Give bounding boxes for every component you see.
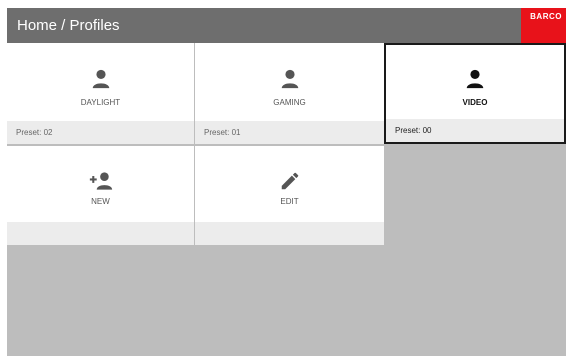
profile-label: VIDEO [462,98,488,107]
add-person-icon [89,172,112,190]
profile-tile-daylight[interactable]: DAYLIGHT Preset: 02 [7,43,194,144]
brand-logo: BARCO [521,8,566,43]
profile-preset: Preset: 00 [395,126,432,135]
profile-footer: Preset: 00 [386,119,564,142]
edit-profile-tile[interactable]: EDIT [195,146,384,245]
profile-label: GAMING [273,98,306,107]
action-footer [7,222,194,245]
person-icon [466,69,484,89]
person-icon [281,69,298,89]
profile-tile-gaming[interactable]: GAMING Preset: 01 [195,43,384,144]
brand-logo-text: BARCO [530,12,562,21]
breadcrumb-title: Home / Profiles [17,17,120,34]
new-profile-tile[interactable]: NEW [7,146,194,245]
profile-tile-video[interactable]: VIDEO Preset: 00 [384,43,566,144]
pencil-icon [281,172,298,190]
action-footer [195,222,384,245]
profile-footer: Preset: 01 [195,121,384,144]
new-label: NEW [91,197,110,206]
header-bar: Home / Profiles BARCO [7,8,566,43]
profile-label: DAYLIGHT [80,98,121,107]
edit-label: EDIT [280,197,299,206]
profiles-screen: Home / Profiles BARCO DAYLIGHT Preset: 0… [7,8,566,356]
profile-preset: Preset: 01 [204,128,241,137]
profile-footer: Preset: 02 [7,121,194,144]
profile-preset: Preset: 02 [16,128,53,137]
person-icon [92,69,109,89]
